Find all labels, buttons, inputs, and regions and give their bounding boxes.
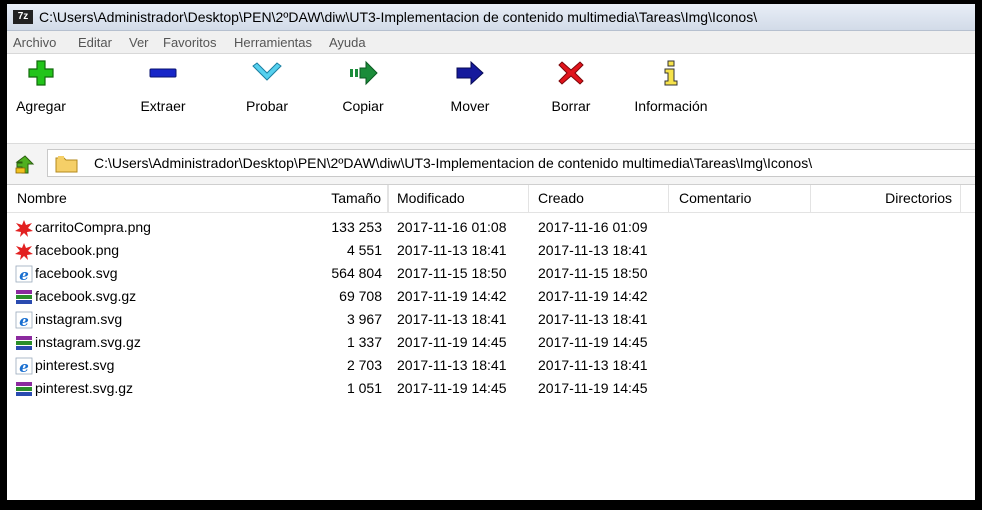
file-size: 564 804: [331, 265, 382, 281]
table-row[interactable]: e instagram.svg 3 967 2017-11-13 18:41 2…: [7, 308, 975, 331]
toolbar: Agregar Extraer Probar Copiar Mover Borr…: [7, 54, 975, 142]
folder-icon: [55, 156, 78, 173]
table-row[interactable]: e pinterest.svg 2 703 2017-11-13 18:41 2…: [7, 354, 975, 377]
table-row[interactable]: facebook.png 4 551 2017-11-13 18:41 2017…: [7, 239, 975, 262]
table-row[interactable]: facebook.svg.gz 69 708 2017-11-19 14:42 …: [7, 285, 975, 308]
table-row[interactable]: instagram.svg.gz 1 337 2017-11-19 14:45 …: [7, 331, 975, 354]
internet-explorer-icon: e: [15, 311, 33, 329]
test-label: Probar: [245, 98, 289, 114]
file-modified: 2017-11-13 18:41: [397, 311, 507, 327]
svg-text:e: e: [19, 266, 29, 283]
info-button[interactable]: Información: [629, 60, 713, 138]
extract-label: Extraer: [140, 98, 186, 114]
file-size: 69 708: [339, 288, 382, 304]
table-row[interactable]: pinterest.svg.gz 1 051 2017-11-19 14:45 …: [7, 377, 975, 400]
file-created: 2017-11-15 18:50: [538, 265, 648, 281]
add-button[interactable]: Agregar: [15, 60, 67, 138]
check-chevron-icon: [252, 62, 282, 81]
copy-button[interactable]: Copiar: [335, 60, 391, 138]
info-i-icon: [664, 60, 678, 86]
copy-arrow-icon: [350, 60, 378, 86]
column-header-row: Nombre Tamaño Modificado Creado Comentar…: [7, 185, 975, 213]
window-title: C:\Users\Administrador\Desktop\PEN\2ºDAW…: [39, 9, 758, 25]
title-bar[interactable]: 7z C:\Users\Administrador\Desktop\PEN\2º…: [7, 4, 975, 31]
minus-icon: [149, 68, 177, 78]
png-image-icon: [15, 243, 33, 260]
svg-text:e: e: [19, 358, 29, 375]
move-label: Mover: [450, 98, 490, 114]
menu-ayuda[interactable]: Ayuda: [329, 35, 366, 50]
file-created: 2017-11-13 18:41: [538, 242, 648, 258]
winrar-archive-icon: [16, 382, 32, 396]
file-size: 133 253: [331, 219, 382, 235]
file-name: carritoCompra.png: [35, 219, 151, 235]
table-row[interactable]: carritoCompra.png 133 253 2017-11-16 01:…: [7, 216, 975, 239]
7zip-app-icon[interactable]: 7z: [13, 10, 33, 24]
svg-text:e: e: [19, 312, 29, 329]
delete-label: Borrar: [551, 98, 591, 114]
menu-archivo[interactable]: Archivo: [13, 35, 56, 50]
up-folder-button[interactable]: [15, 155, 37, 180]
winrar-archive-icon: [16, 290, 32, 304]
menu-ver[interactable]: Ver: [129, 35, 149, 50]
file-created: 2017-11-13 18:41: [538, 311, 648, 327]
info-label: Información: [634, 98, 708, 114]
table-row[interactable]: e facebook.svg 564 804 2017-11-15 18:50 …: [7, 262, 975, 285]
file-name: pinterest.svg: [35, 357, 115, 373]
address-bar: C:\Users\Administrador\Desktop\PEN\2ºDAW…: [7, 143, 975, 185]
file-modified: 2017-11-13 18:41: [397, 242, 507, 258]
copy-label: Copiar: [342, 98, 384, 114]
file-modified: 2017-11-19 14:45: [397, 380, 507, 396]
column-header-comment[interactable]: Comentario: [669, 185, 811, 212]
file-size: 2 703: [346, 357, 382, 373]
file-name: instagram.svg.gz: [35, 334, 141, 350]
internet-explorer-icon: e: [15, 357, 33, 375]
delete-x-icon: [558, 61, 584, 85]
delete-button[interactable]: Borrar: [545, 60, 597, 138]
menu-favoritos[interactable]: Favoritos: [163, 35, 216, 50]
file-modified: 2017-11-13 18:41: [397, 357, 507, 373]
file-size: 1 051: [346, 380, 382, 396]
file-modified: 2017-11-19 14:42: [397, 288, 507, 304]
extract-button[interactable]: Extraer: [135, 60, 191, 138]
column-header-modified[interactable]: Modificado: [388, 185, 529, 212]
file-modified: 2017-11-19 14:45: [397, 334, 507, 350]
menu-herramientas[interactable]: Herramientas: [234, 35, 312, 50]
file-name: facebook.svg: [35, 265, 118, 281]
file-list: carritoCompra.png 133 253 2017-11-16 01:…: [7, 216, 975, 400]
file-size: 4 551: [346, 242, 382, 258]
path-input[interactable]: C:\Users\Administrador\Desktop\PEN\2ºDAW…: [47, 149, 975, 177]
file-name: pinterest.svg.gz: [35, 380, 134, 396]
file-created: 2017-11-19 14:45: [538, 380, 648, 396]
column-header-folders[interactable]: Directorios: [811, 185, 961, 212]
png-image-icon: [15, 220, 33, 237]
internet-explorer-icon: e: [15, 265, 33, 283]
file-created: 2017-11-19 14:42: [538, 288, 648, 304]
path-text: C:\Users\Administrador\Desktop\PEN\2ºDAW…: [94, 155, 813, 171]
add-label: Agregar: [16, 98, 66, 114]
test-button[interactable]: Probar: [239, 60, 295, 138]
file-manager-window: 7z C:\Users\Administrador\Desktop\PEN\2º…: [7, 4, 975, 500]
file-name: instagram.svg: [35, 311, 123, 327]
menu-editar[interactable]: Editar: [78, 35, 112, 50]
menu-bar: Archivo Editar Ver Favoritos Herramienta…: [7, 31, 975, 54]
up-arrow-icon: [15, 155, 35, 174]
winrar-archive-icon: [16, 336, 32, 350]
move-button[interactable]: Mover: [443, 60, 497, 138]
file-name: facebook.svg.gz: [35, 288, 137, 304]
column-header-created[interactable]: Creado: [529, 185, 669, 212]
move-arrow-icon: [456, 60, 484, 86]
file-created: 2017-11-13 18:41: [538, 357, 648, 373]
column-header-size[interactable]: Tamaño: [297, 185, 388, 212]
file-modified: 2017-11-15 18:50: [397, 265, 507, 281]
plus-icon: [28, 60, 54, 86]
file-modified: 2017-11-16 01:08: [397, 219, 507, 235]
file-size: 1 337: [346, 334, 382, 350]
file-created: 2017-11-16 01:09: [538, 219, 648, 235]
file-name: facebook.png: [35, 242, 120, 258]
file-created: 2017-11-19 14:45: [538, 334, 648, 350]
file-size: 3 967: [346, 311, 382, 327]
